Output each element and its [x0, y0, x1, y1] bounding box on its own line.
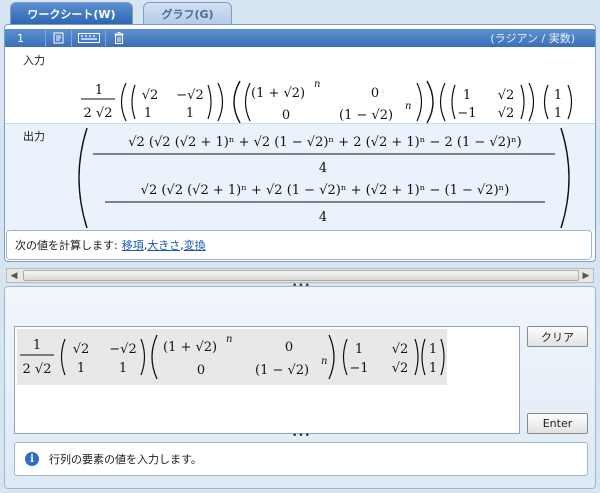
angle-mode-indicator: (ラジアン / 実数)	[490, 32, 575, 45]
svg-text:n: n	[314, 79, 320, 90]
svg-text:2 √2: 2 √2	[23, 362, 52, 377]
status-text: 行列の要素の値を入力します。	[49, 453, 202, 466]
tab-graph[interactable]: グラフ(G)	[143, 2, 232, 24]
worksheet-toolbar: 1 (ラジアン / 実数)	[5, 29, 595, 47]
edit-icon[interactable]	[45, 29, 71, 47]
svg-text:1: 1	[144, 106, 152, 121]
status-message: i 行列の要素の値を入力します。	[14, 442, 588, 476]
output-row[interactable]: 出力 √2 (√2 (√2 + 1)ⁿ + √2 (1 − √2)ⁿ + 2 (…	[5, 123, 595, 231]
splitter-grip-icon[interactable]: •••	[292, 431, 311, 441]
keyboard-icon[interactable]	[71, 29, 105, 47]
tab-bar: ワークシート(W) グラフ(G)	[0, 0, 600, 24]
output-expression: √2 (√2 (√2 + 1)ⁿ + √2 (1 − √2)ⁿ + 2 (√2 …	[78, 127, 570, 229]
link-convert[interactable]: 変換	[184, 237, 206, 253]
link-magnitude[interactable]: 大きさ	[147, 237, 180, 253]
svg-text:1: 1	[77, 361, 85, 376]
svg-text:1: 1	[33, 338, 41, 353]
clear-button[interactable]: クリア	[527, 326, 588, 347]
enter-button[interactable]: Enter	[527, 413, 588, 434]
input-expression: 1 2 √2 √2 −√2 1 1 (1 + √2) n 0 0 (1 − √2…	[81, 79, 573, 123]
svg-text:1: 1	[554, 106, 562, 121]
link-transpose[interactable]: 移項	[122, 237, 144, 253]
svg-text:(1 − √2): (1 − √2)	[339, 108, 393, 123]
input-row[interactable]: 入力 1 2 √2 √2 −√2 1 1 (1 + √2) n 0 0 (1 −…	[5, 47, 595, 123]
svg-text:n: n	[405, 101, 411, 112]
svg-text:0: 0	[282, 108, 290, 123]
svg-text:√2: √2	[498, 88, 515, 103]
editor-expression: 1 2 √2 √2 −√2 1 1 (1 + √2) n 0 0 (1 − √2…	[17, 329, 447, 385]
svg-text:√2: √2	[392, 342, 409, 357]
svg-text:−√2: −√2	[176, 88, 203, 103]
svg-text:√2: √2	[498, 106, 515, 121]
svg-text:1: 1	[95, 83, 103, 98]
svg-text:1: 1	[554, 88, 562, 103]
scrollbar-thumb[interactable]	[23, 270, 579, 281]
svg-text:1: 1	[355, 342, 363, 357]
svg-text:4: 4	[319, 161, 327, 176]
svg-text:1: 1	[429, 342, 437, 357]
svg-text:(1 + √2): (1 + √2)	[251, 86, 305, 101]
svg-text:√2: √2	[142, 88, 159, 103]
trash-icon[interactable]	[105, 29, 131, 47]
svg-text:1: 1	[119, 361, 127, 376]
info-icon: i	[25, 452, 39, 466]
svg-text:4: 4	[319, 210, 327, 225]
suggestion-bar: 次の値を計算します: 移項 , 大きさ , 変換	[6, 230, 592, 260]
svg-text:0: 0	[371, 86, 379, 101]
svg-text:n: n	[321, 356, 327, 367]
svg-text:−√2: −√2	[109, 342, 136, 357]
suggestion-prefix: 次の値を計算します:	[15, 239, 118, 252]
svg-text:0: 0	[197, 363, 205, 378]
svg-text:2 √2: 2 √2	[84, 106, 113, 121]
svg-text:√2 (√2 (√2 + 1)ⁿ + √2 (1 − √2): √2 (√2 (√2 + 1)ⁿ + √2 (1 − √2)ⁿ + (√2 + …	[141, 183, 510, 198]
scroll-left-icon[interactable]: ◀	[7, 269, 21, 282]
svg-text:n: n	[226, 334, 232, 345]
svg-text:1: 1	[186, 106, 194, 121]
svg-text:(1 − √2): (1 − √2)	[255, 363, 309, 378]
svg-text:1: 1	[429, 361, 437, 376]
tab-worksheet[interactable]: ワークシート(W)	[10, 2, 133, 24]
svg-text:(1 + √2): (1 + √2)	[163, 340, 217, 355]
svg-text:√2: √2	[392, 361, 409, 376]
scroll-right-icon[interactable]: ▶	[579, 269, 593, 282]
svg-text:0: 0	[285, 340, 293, 355]
svg-text:√2: √2	[73, 342, 90, 357]
entry-number: 1	[17, 31, 24, 45]
expression-editor[interactable]: 1 2 √2 √2 −√2 1 1 (1 + √2) n 0 0 (1 − √2…	[14, 326, 520, 434]
worksheet-panel: 1 (ラジアン / 実数) 入力 1 2 √2 √2 −√2 1 1 (1 + …	[4, 24, 596, 262]
svg-text:1: 1	[463, 88, 471, 103]
svg-text:−1: −1	[349, 361, 368, 376]
svg-text:√2 (√2 (√2 + 1)ⁿ + √2 (1 − √2): √2 (√2 (√2 + 1)ⁿ + √2 (1 − √2)ⁿ + 2 (√2 …	[128, 135, 522, 150]
svg-text:−1: −1	[457, 106, 476, 121]
